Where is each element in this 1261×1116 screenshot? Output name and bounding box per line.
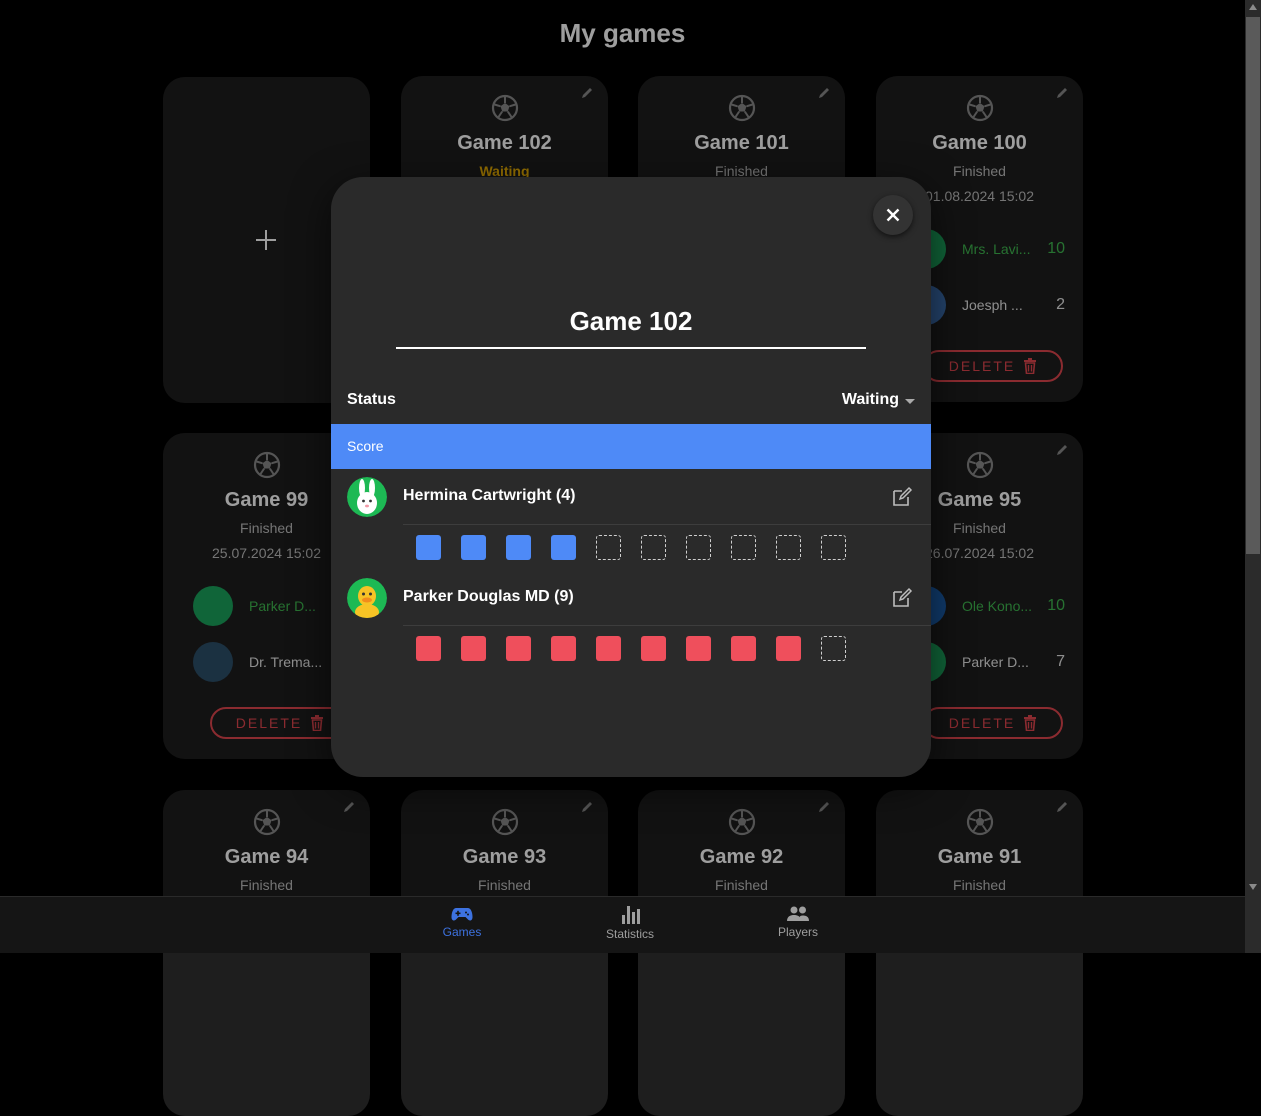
bar-chart-icon bbox=[622, 906, 640, 924]
nav-players-label: Players bbox=[777, 925, 818, 939]
score-box-empty[interactable] bbox=[596, 535, 621, 560]
status-value: Waiting bbox=[841, 391, 899, 408]
score-box-filled[interactable] bbox=[551, 636, 576, 661]
score-box-empty[interactable] bbox=[686, 535, 711, 560]
nav-statistics[interactable]: Statistics bbox=[575, 905, 685, 941]
game-title-input[interactable] bbox=[396, 301, 866, 341]
score-box-filled[interactable] bbox=[506, 535, 531, 560]
score-box-empty[interactable] bbox=[731, 535, 756, 560]
scroll-up-arrow-icon[interactable] bbox=[1249, 4, 1257, 10]
player-score-row: Hermina Cartwright (4) bbox=[331, 469, 931, 525]
score-box-filled[interactable] bbox=[506, 636, 531, 661]
score-box-empty[interactable] bbox=[776, 535, 801, 560]
nav-games-label: Games bbox=[442, 925, 482, 939]
caret-down-icon bbox=[905, 398, 915, 404]
score-header-label: Score bbox=[347, 438, 384, 454]
gamepad-icon bbox=[451, 908, 473, 921]
title-field bbox=[396, 301, 866, 349]
people-icon bbox=[787, 906, 809, 921]
player-score-row: Parker Douglas MD (9) bbox=[331, 570, 931, 626]
edit-icon[interactable] bbox=[891, 587, 913, 609]
scrollbar-thumb[interactable] bbox=[1246, 17, 1260, 554]
status-label: Status bbox=[347, 391, 396, 408]
scroll-down-arrow-icon[interactable] bbox=[1249, 884, 1257, 890]
score-box-filled[interactable] bbox=[731, 636, 756, 661]
score-box-filled[interactable] bbox=[596, 636, 621, 661]
score-box-filled[interactable] bbox=[641, 636, 666, 661]
score-box-filled[interactable] bbox=[551, 535, 576, 560]
score-box-filled[interactable] bbox=[686, 636, 711, 661]
close-button[interactable] bbox=[873, 195, 913, 235]
score-box-empty[interactable] bbox=[821, 636, 846, 661]
bottom-navigation: Games Statistics Players bbox=[0, 896, 1245, 953]
close-icon bbox=[886, 208, 900, 222]
scrollbar[interactable] bbox=[1245, 0, 1261, 953]
game-dialog: Status Waiting Score Hermina Cartwright … bbox=[331, 177, 931, 777]
divider bbox=[403, 625, 931, 626]
score-box-empty[interactable] bbox=[641, 535, 666, 560]
score-box-filled[interactable] bbox=[416, 535, 441, 560]
score-box-filled[interactable] bbox=[461, 636, 486, 661]
nav-games[interactable]: Games bbox=[407, 905, 517, 939]
score-header: Score bbox=[331, 424, 931, 469]
score-box-filled[interactable] bbox=[416, 636, 441, 661]
nav-statistics-label: Statistics bbox=[605, 927, 654, 941]
player-name: Parker Douglas MD (9) bbox=[403, 588, 574, 605]
divider bbox=[403, 524, 931, 525]
duck-avatar bbox=[347, 578, 387, 618]
status-select[interactable]: Waiting bbox=[842, 391, 915, 409]
rabbit-avatar bbox=[347, 477, 387, 517]
score-box-empty[interactable] bbox=[821, 535, 846, 560]
player-name: Hermina Cartwright (4) bbox=[403, 487, 576, 504]
score-box-filled[interactable] bbox=[461, 535, 486, 560]
score-box-filled[interactable] bbox=[776, 636, 801, 661]
edit-icon[interactable] bbox=[891, 486, 913, 508]
nav-players[interactable]: Players bbox=[743, 905, 853, 939]
